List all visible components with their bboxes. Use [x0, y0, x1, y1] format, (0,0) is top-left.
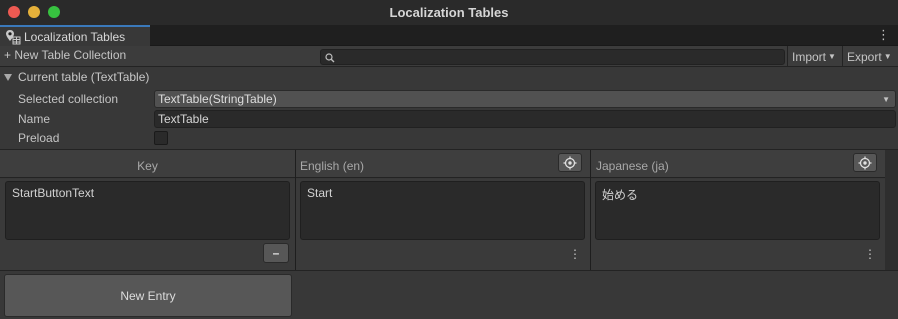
export-dropdown-button[interactable]: Export ▼ — [842, 46, 898, 67]
locale-settings-button[interactable] — [853, 153, 877, 172]
selected-collection-value: TextTable(StringTable) — [158, 92, 277, 106]
key-cell[interactable]: StartButtonText — [5, 181, 290, 240]
export-label: Export — [847, 49, 882, 64]
string-table-grid: Key English (en) Japanese (ja) StartButt… — [0, 149, 898, 271]
localization-map-icon — [4, 29, 22, 45]
new-table-collection-button[interactable]: + New Table Collection — [4, 48, 126, 62]
tab-localization-tables[interactable]: Localization Tables — [0, 25, 150, 46]
preload-label: Preload — [18, 131, 60, 145]
new-entry-button[interactable]: New Entry — [4, 274, 292, 317]
window-title: Localization Tables — [389, 5, 509, 20]
column-header-label: Key — [137, 159, 158, 173]
remove-entry-button[interactable]: – — [263, 243, 289, 263]
toolbar: + New Table Collection Import ▼ Export ▼ — [0, 46, 898, 67]
column-header-label: Japanese (ja) — [596, 159, 669, 173]
column-header-english[interactable]: English (en) — [296, 150, 590, 178]
selected-collection-dropdown[interactable]: TextTable(StringTable) ▼ — [154, 90, 896, 108]
preload-checkbox[interactable] — [154, 131, 168, 145]
english-cell-menu-icon[interactable]: ⋮ — [569, 248, 581, 260]
name-label: Name — [18, 112, 51, 126]
caret-down-icon: ▼ — [883, 52, 892, 61]
caret-down-icon: ▼ — [882, 95, 890, 104]
japanese-cell-menu-icon[interactable]: ⋮ — [864, 248, 876, 260]
locale-gear-icon — [858, 156, 872, 169]
locale-settings-button[interactable] — [558, 153, 582, 172]
selected-collection-label: Selected collection — [18, 92, 119, 106]
tab-strip: Localization Tables ⋮ — [0, 25, 898, 46]
japanese-cell[interactable]: 始める — [595, 181, 880, 240]
current-table-section: Current table (TextTable) Selected colle… — [0, 67, 898, 149]
column-header-label: English (en) — [300, 159, 365, 173]
name-field[interactable]: TextTable — [154, 110, 896, 128]
foldout-triangle-icon — [4, 73, 12, 81]
window-menu-kebab-icon[interactable]: ⋮ — [877, 28, 890, 42]
footer: New Entry — [0, 270, 898, 319]
title-bar: Localization Tables — [0, 0, 898, 25]
import-dropdown-button[interactable]: Import ▼ — [787, 46, 841, 67]
column-header-japanese[interactable]: Japanese (ja) — [591, 150, 885, 178]
english-cell[interactable]: Start — [300, 181, 585, 240]
search-input[interactable] — [320, 49, 785, 65]
current-table-foldout[interactable]: Current table (TextTable) — [4, 70, 149, 84]
foldout-label: Current table (TextTable) — [18, 70, 150, 84]
import-label: Import — [792, 49, 827, 64]
search-icon — [325, 52, 335, 66]
locale-gear-icon — [563, 156, 577, 169]
tab-label: Localization Tables — [24, 29, 126, 44]
column-header-key[interactable]: Key — [0, 150, 295, 178]
caret-down-icon: ▼ — [828, 52, 836, 61]
column-divider — [295, 150, 296, 271]
column-divider — [590, 150, 591, 271]
grid-right-gutter — [885, 150, 898, 271]
